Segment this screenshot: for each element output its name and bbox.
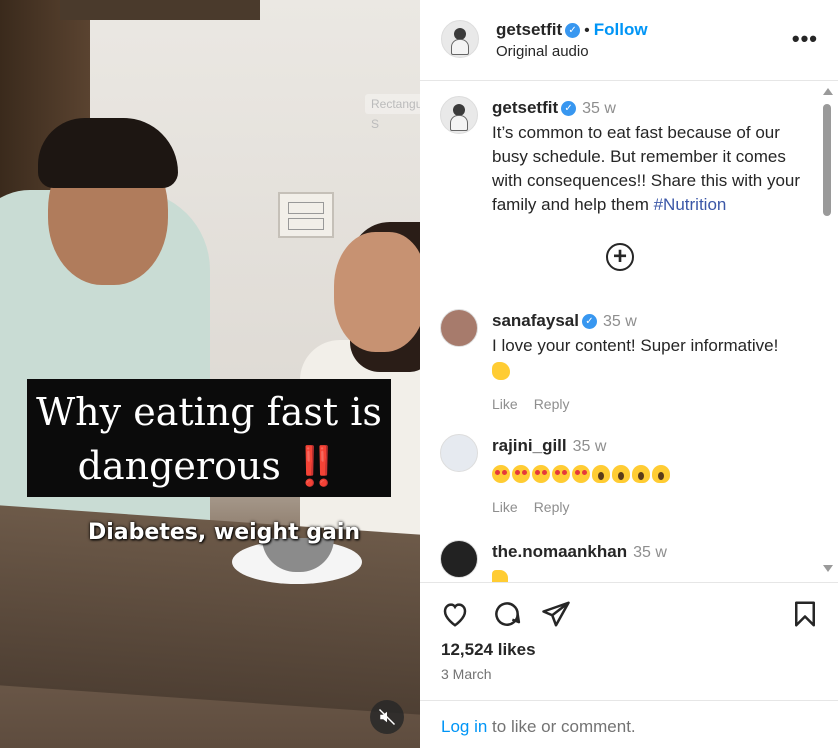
scream-icon [632, 464, 650, 483]
scroll-thumb [823, 104, 831, 216]
more-options-icon[interactable]: ••• [792, 26, 818, 52]
heart-eyes-icon [492, 464, 510, 483]
verified-badge-icon: ✓ [581, 314, 597, 330]
heart-eyes-icon [532, 464, 550, 483]
caption-text: It’s common to eat fast because of our b… [492, 123, 801, 214]
hashtag-link[interactable]: #Nutrition [654, 195, 727, 214]
heart-eyes-icon [572, 464, 590, 483]
video-person-woman-head [334, 232, 420, 352]
video-title-line2: dangerous [77, 444, 281, 488]
login-prompt: Log in to like or comment. [420, 700, 838, 753]
author-username[interactable]: getsetfit [496, 20, 562, 39]
comments-list[interactable]: getsetfit ✓ 35 w It’s common to eat fast b… [420, 82, 838, 582]
comment-icon[interactable] [492, 599, 522, 629]
video-subtitle: Diabetes, weight gain [88, 520, 361, 545]
comment-time[interactable]: 35 w [573, 438, 607, 455]
caption-time[interactable]: 35 w [582, 100, 616, 117]
heart-eyes-icon [512, 464, 530, 483]
login-prompt-text: to like or comment. [487, 717, 636, 736]
overlay-chip: Rectangular S [365, 94, 420, 131]
commenter-avatar[interactable] [440, 309, 478, 347]
likes-count[interactable]: 12,524 likes [441, 640, 536, 660]
like-comment-button[interactable]: Like [492, 396, 518, 412]
comment-emojis [492, 461, 812, 485]
speaker-muted-icon[interactable] [370, 700, 404, 734]
scream-icon [652, 464, 670, 483]
scroll-down-arrow-icon [823, 565, 833, 572]
commenter-username[interactable]: sanafaysal [492, 311, 579, 330]
comment-text: I love your content! Super informative! [492, 336, 779, 355]
scroll-up-arrow-icon [823, 88, 833, 95]
bookmark-icon[interactable] [790, 599, 820, 629]
reply-button[interactable]: Reply [534, 396, 570, 412]
video-switchboard [278, 192, 334, 238]
commenter-username[interactable]: rajini_gill [492, 436, 567, 455]
heart-eyes-icon [552, 464, 570, 483]
verified-badge-icon: ✓ [565, 23, 581, 39]
scream-icon [592, 464, 610, 483]
post-side-panel: getsetfit ✓ • Follow Original audio ••• get… [420, 0, 838, 748]
comment-time[interactable]: 35 w [633, 544, 667, 561]
reel-video[interactable]: Rectangular S Why eating fast is dangero… [0, 0, 420, 748]
caption-username[interactable]: getsetfit [492, 98, 558, 117]
share-icon[interactable] [541, 599, 571, 629]
thumbs-up-icon [492, 569, 508, 582]
author-avatar[interactable] [440, 96, 478, 134]
heart-icon[interactable] [440, 599, 470, 629]
follow-button[interactable]: Follow [594, 20, 648, 39]
scream-icon [612, 464, 630, 483]
video-title-line1: Why eating fast is [36, 390, 382, 434]
separator-dot: • [584, 22, 590, 39]
login-link[interactable]: Log in [441, 717, 487, 736]
audio-label[interactable]: Original audio [496, 43, 648, 60]
commenter-username[interactable]: the.nomaankhan [492, 542, 627, 561]
video-title-overlay: Why eating fast is dangerous ‼️ [27, 379, 391, 497]
comments-scrollbar[interactable] [822, 88, 833, 572]
load-more-comments-icon[interactable]: + [606, 243, 634, 271]
video-beam [60, 0, 260, 20]
commenter-avatar[interactable] [440, 434, 478, 472]
video-person-man-hair [38, 118, 178, 188]
reply-button[interactable]: Reply [534, 499, 570, 515]
post-date[interactable]: 3 March [441, 666, 492, 682]
post-header: getsetfit ✓ • Follow Original audio ••• [420, 0, 838, 81]
comment-time[interactable]: 35 w [603, 313, 637, 330]
double-exclamation-icon: ‼️ [293, 443, 341, 488]
author-avatar[interactable] [441, 20, 479, 58]
clapping-hands-icon [492, 361, 510, 380]
like-comment-button[interactable]: Like [492, 499, 518, 515]
commenter-avatar[interactable] [440, 540, 478, 578]
verified-badge-icon: ✓ [561, 101, 577, 117]
